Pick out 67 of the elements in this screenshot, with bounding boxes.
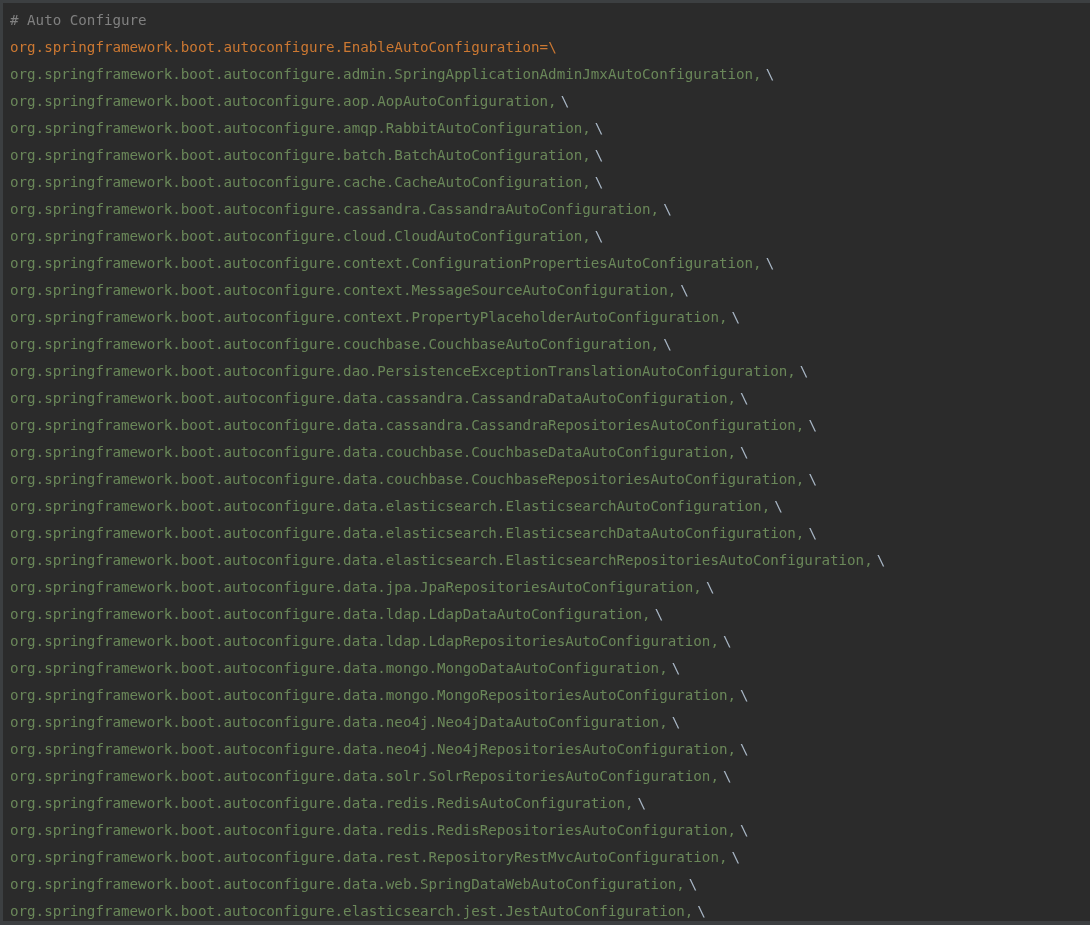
line-continuation: \ [594,147,604,163]
property-value: org.springframework.boot.autoconfigure.cassandra.CassandraAutoConfiguration, [10,201,660,217]
property-value: org.springframework.boot.autoconfigure.couchbase.CouchbaseAutoConfiguration, [10,336,660,352]
property-value: org.springframework.boot.autoconfigure.elasticsearch.jest.JestAutoConfiguration, [10,903,694,919]
property-value: org.springframework.boot.autoconfigure.amqp.RabbitAutoConfiguration, [10,120,591,136]
line-continuation: \ [680,282,689,298]
line-continuation: \ [731,309,741,325]
line-continuation: \ [731,849,741,865]
property-value: org.springframework.boot.autoconfigure.data.neo4j.Neo4jDataAutoConfiguration, [10,714,668,730]
line-continuation: \ [594,228,604,244]
line-continuation: \ [808,471,817,487]
line-continuation: \ [594,120,604,136]
line-continuation: \ [663,336,672,352]
line-continuation: \ [740,822,749,838]
property-value: org.springframework.boot.autoconfigure.data.mongo.MongoRepositoriesAutoConfiguration, [10,687,737,703]
property-value: org.springframework.boot.autoconfigure.data.mongo.MongoDataAutoConfiguration, [10,660,668,676]
property-value: org.springframework.boot.autoconfigure.data.elasticsearch.ElasticsearchRepositoriesAutoConfiguration, [10,552,873,568]
line-continuation: \ [663,201,672,217]
line-continuation: \ [671,660,681,676]
property-value: org.springframework.boot.autoconfigure.data.rest.RepositoryRestMvcAutoConfiguration, [10,849,728,865]
line-continuation: \ [799,363,809,379]
line-continuation: \ [808,525,817,541]
line-continuation: \ [765,66,775,82]
line-continuation: \ [808,417,817,433]
property-value: org.springframework.boot.autoconfigure.context.MessageSourceAutoConfiguration, [10,282,677,298]
line-continuation: \ [765,255,775,271]
property-value: org.springframework.boot.autoconfigure.batch.BatchAutoConfiguration, [10,147,591,163]
property-value: org.springframework.boot.autoconfigure.data.cassandra.CassandraRepositoriesAutoConfiguration, [10,417,805,433]
line-continuation: \ [671,714,681,730]
property-value: org.springframework.boot.autoconfigure.data.couchbase.CouchbaseDataAutoConfiguration, [10,444,737,460]
property-value: org.springframework.boot.autoconfigure.data.solr.SolrRepositoriesAutoConfiguration, [10,768,719,784]
line-continuation: \ [654,606,664,622]
property-value: org.springframework.boot.autoconfigure.context.ConfigurationPropertiesAutoConfiguration, [10,255,762,271]
line-continuation: \ [637,795,647,811]
line-continuation: \ [740,390,749,406]
line-continuation: \ [594,174,604,190]
line-continuation: \ [740,741,749,757]
property-value: org.springframework.boot.autoconfigure.context.PropertyPlaceholderAutoConfiguration, [10,309,728,325]
line-continuation: \ [774,498,783,514]
property-value: org.springframework.boot.autoconfigure.aop.AopAutoConfiguration, [10,93,557,109]
property-value: org.springframework.boot.autoconfigure.data.neo4j.Neo4jRepositoriesAutoConfiguration, [10,741,737,757]
line-continuation: \ [740,444,749,460]
property-value: org.springframework.boot.autoconfigure.data.redis.RedisAutoConfiguration, [10,795,634,811]
line-continuation: \ [876,552,886,568]
property-value: org.springframework.boot.autoconfigure.dao.PersistenceExceptionTranslationAutoConfiguration, [10,363,796,379]
property-value: org.springframework.boot.autoconfigure.data.ldap.LdapRepositoriesAutoConfiguration, [10,633,719,649]
property-value: org.springframework.boot.autoconfigure.data.ldap.LdapDataAutoConfiguration, [10,606,651,622]
comment-line: # Auto Configure [10,12,147,28]
line-continuation: \ [705,579,715,595]
line-continuation: \ [688,876,698,892]
property-value: org.springframework.boot.autoconfigure.cache.CacheAutoConfiguration, [10,174,591,190]
property-key: org.springframework.boot.autoconfigure.EnableAutoConfiguration= [10,39,549,55]
line-continuation: \ [722,768,732,784]
line-continuation: \ [740,687,749,703]
property-value: org.springframework.boot.autoconfigure.data.cassandra.CassandraDataAutoConfiguration, [10,390,737,406]
property-value: org.springframework.boot.autoconfigure.data.elasticsearch.ElasticsearchAutoConfiguration, [10,498,771,514]
line-continuation: \ [548,39,557,55]
property-value: org.springframework.boot.autoconfigure.data.elasticsearch.ElasticsearchDataAutoConfiguration, [10,525,805,541]
property-value: org.springframework.boot.autoconfigure.admin.SpringApplicationAdminJmxAutoConfiguration, [10,66,762,82]
property-value: org.springframework.boot.autoconfigure.data.couchbase.CouchbaseRepositoriesAutoConfiguration, [10,471,805,487]
property-value: org.springframework.boot.autoconfigure.data.web.SpringDataWebAutoConfiguration, [10,876,685,892]
line-continuation: \ [722,633,732,649]
line-continuation: \ [560,93,570,109]
property-value: org.springframework.boot.autoconfigure.cloud.CloudAutoConfiguration, [10,228,591,244]
line-continuation: \ [697,903,706,919]
property-value: org.springframework.boot.autoconfigure.data.jpa.JpaRepositoriesAutoConfiguration, [10,579,702,595]
property-value: org.springframework.boot.autoconfigure.data.redis.RedisRepositoriesAutoConfiguration, [10,822,737,838]
